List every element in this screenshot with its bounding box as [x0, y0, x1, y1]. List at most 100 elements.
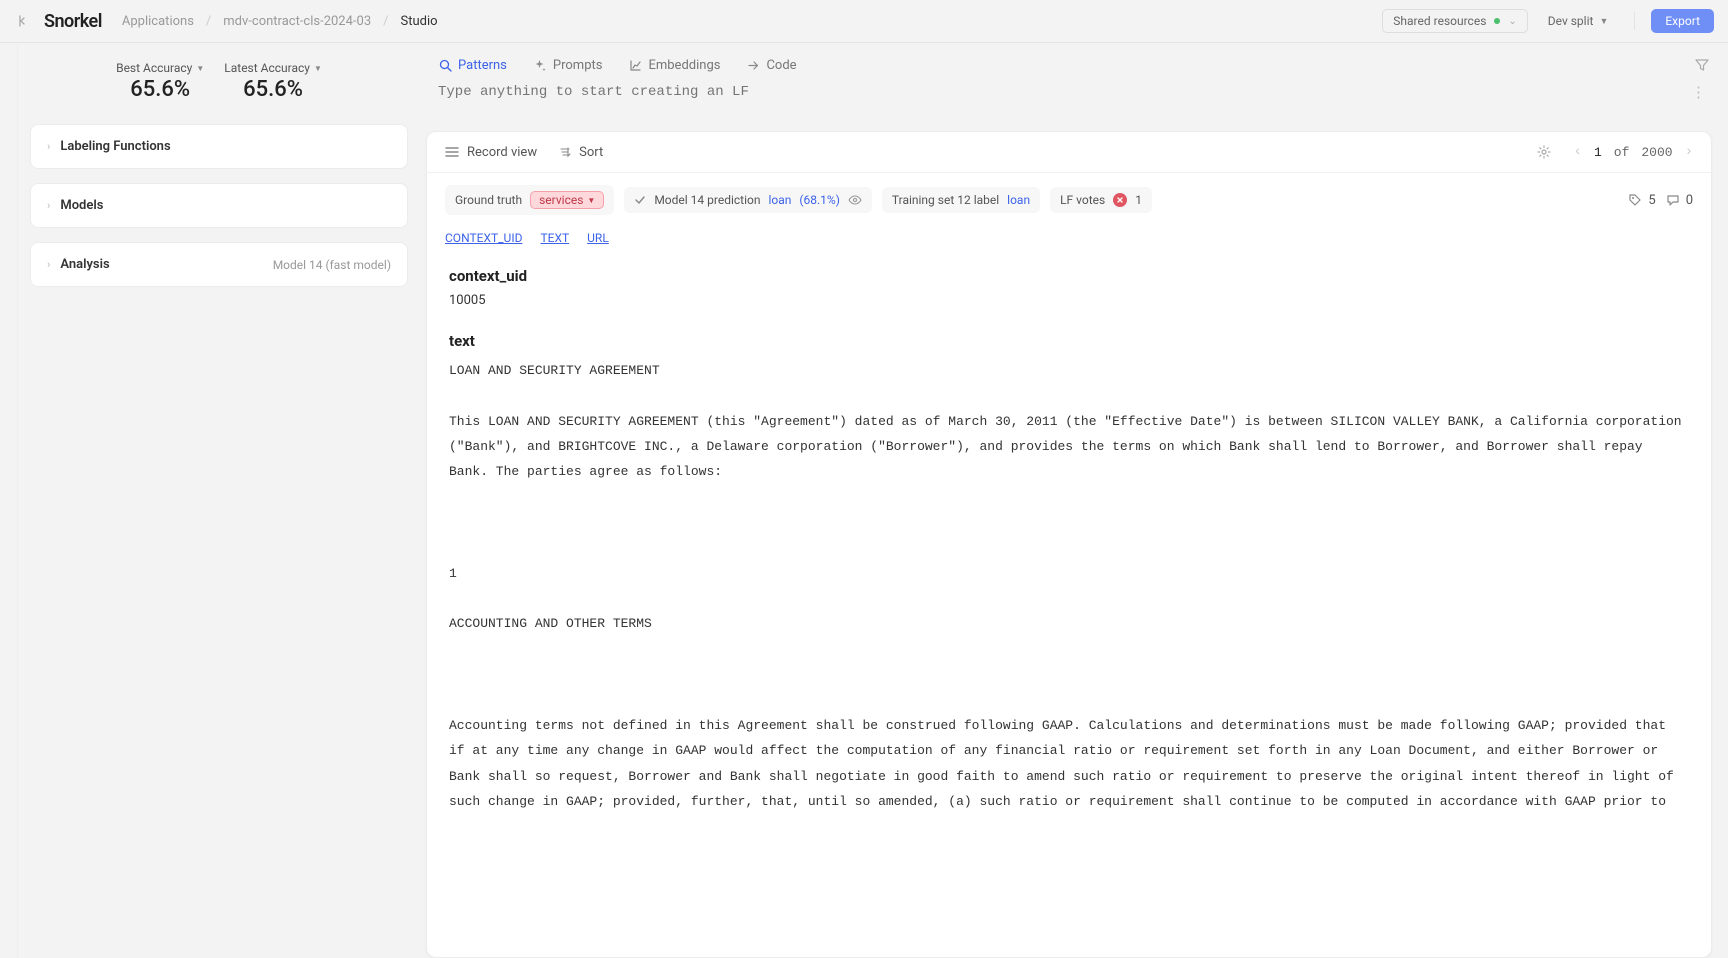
dev-split-label: Dev split [1548, 14, 1594, 28]
chip-ground-truth[interactable]: Ground truth services ▼ [445, 185, 614, 215]
chevron-right-icon: › [47, 199, 50, 212]
shared-resources-label: Shared resources [1393, 14, 1486, 28]
prediction-pct: (68.1%) [799, 193, 839, 207]
lf-type-tabs: Patterns Prompts Embeddings Code [420, 43, 1728, 83]
breadcrumb-applications[interactable]: Applications [122, 14, 194, 29]
chart-icon [628, 58, 642, 72]
status-dot-icon [1494, 18, 1500, 24]
record-content: context_uid 10005 text LOAN AND SECURITY… [427, 251, 1711, 957]
breadcrumb-sep: / [206, 14, 211, 29]
anchor-context-uid[interactable]: CONTEXT_UID [445, 231, 522, 245]
best-accuracy-label: Best Accuracy [116, 61, 192, 75]
sidebar: Best Accuracy ▼ 65.6% Latest Accuracy ▼ … [18, 43, 420, 958]
chip-label: Model 14 prediction [654, 193, 760, 207]
context-uid-heading: context_uid [449, 267, 1689, 285]
best-accuracy-stat: Best Accuracy ▼ 65.6% [116, 61, 204, 102]
panel-title: Analysis [60, 257, 262, 272]
breadcrumb-studio[interactable]: Studio [401, 14, 438, 29]
latest-accuracy-stat: Latest Accuracy ▼ 65.6% [224, 61, 322, 102]
tab-label: Patterns [458, 58, 507, 73]
anchor-text[interactable]: TEXT [540, 231, 569, 245]
top-nav: Snorkel Applications / mdv-contract-cls-… [0, 0, 1728, 43]
tab-label: Code [766, 58, 796, 73]
pager-current: 1 [1594, 145, 1602, 160]
lf-input[interactable] [438, 84, 1687, 100]
breadcrumbs: Applications / mdv-contract-cls-2024-03 … [122, 14, 438, 29]
left-rail [0, 43, 18, 958]
triangle-down-icon: ▼ [1599, 16, 1608, 27]
triangle-down-icon: ▼ [587, 196, 595, 205]
record-view-label: Record view [467, 145, 537, 160]
chip-label: Training set 12 label [892, 193, 999, 207]
chevron-right-icon: › [47, 258, 50, 271]
tab-code[interactable]: Code [746, 58, 796, 73]
tag-icon [1628, 193, 1642, 207]
breadcrumb-project[interactable]: mdv-contract-cls-2024-03 [223, 14, 371, 29]
dev-split-dropdown[interactable]: Dev split ▼ [1538, 14, 1619, 28]
shared-resources-dropdown[interactable]: Shared resources ⌄ [1382, 9, 1527, 33]
chip-training-label[interactable]: Training set 12 label loan [882, 187, 1040, 213]
prediction-value: loan [768, 193, 791, 207]
tab-label: Embeddings [648, 58, 720, 73]
export-button[interactable]: Export [1651, 9, 1714, 33]
panel-labeling-functions[interactable]: › Labeling Functions [30, 124, 408, 169]
pager-next[interactable]: › [1685, 144, 1693, 160]
chip-lf-votes[interactable]: LF votes 1 [1050, 187, 1152, 213]
gear-icon[interactable] [1536, 144, 1552, 160]
record-card: Record view Sort ‹ 1 of 2000 › [426, 131, 1712, 958]
metadata-chips: Ground truth services ▼ Model 14 predict… [427, 173, 1711, 227]
panel-title: Labeling Functions [60, 139, 391, 154]
main-area: Patterns Prompts Embeddings Code [420, 43, 1728, 958]
chip-model-prediction[interactable]: Model 14 prediction loan (68.1%) [624, 187, 872, 213]
pager-prev[interactable]: ‹ [1574, 144, 1582, 160]
ground-truth-pill[interactable]: services ▼ [530, 191, 604, 209]
panel-models[interactable]: › Models [30, 183, 408, 228]
sidebar-collapse-icon[interactable] [14, 12, 32, 30]
document-text: LOAN AND SECURITY AGREEMENT This LOAN AN… [449, 358, 1689, 814]
chevron-right-icon: › [47, 140, 50, 153]
latest-accuracy-dropdown[interactable]: Latest Accuracy ▼ [224, 61, 322, 75]
tab-patterns[interactable]: Patterns [438, 58, 507, 73]
text-heading: text [449, 332, 1689, 350]
chevron-down-icon: ⌄ [1508, 16, 1516, 27]
tags-count-value: 5 [1648, 193, 1655, 208]
lf-votes-count: 1 [1135, 193, 1142, 207]
accuracy-stats: Best Accuracy ▼ 65.6% Latest Accuracy ▼ … [30, 61, 408, 102]
list-icon [445, 146, 459, 158]
tab-embeddings[interactable]: Embeddings [628, 58, 720, 73]
context-uid-value: 10005 [449, 293, 1689, 308]
triangle-down-icon: ▼ [314, 64, 322, 73]
logo[interactable]: Snorkel [44, 11, 102, 32]
tags-count[interactable]: 5 [1628, 193, 1655, 208]
latest-accuracy-label: Latest Accuracy [224, 61, 310, 75]
panel-title: Models [60, 198, 391, 213]
lf-input-row: ⋮ [420, 83, 1728, 111]
comments-count[interactable]: 0 [1666, 193, 1693, 208]
panel-analysis[interactable]: › Analysis Model 14 (fast model) [30, 242, 408, 287]
anchor-url[interactable]: URL [587, 231, 609, 245]
sort-button[interactable]: Sort [559, 145, 603, 160]
pill-value: services [539, 193, 583, 207]
eye-icon[interactable] [848, 194, 862, 206]
pager: ‹ 1 of 2000 › [1574, 144, 1693, 160]
tab-prompts[interactable]: Prompts [533, 58, 603, 73]
field-anchors: CONTEXT_UID TEXT URL [427, 227, 1711, 251]
filter-icon[interactable] [1694, 57, 1710, 73]
chip-label: LF votes [1060, 193, 1105, 207]
sort-icon [559, 146, 571, 158]
sparkle-icon [533, 58, 547, 72]
sort-label: Sort [579, 145, 603, 160]
record-view-button[interactable]: Record view [445, 145, 537, 160]
panel-meta: Model 14 (fast model) [273, 258, 391, 272]
tab-label: Prompts [553, 58, 603, 73]
kebab-icon[interactable]: ⋮ [1687, 83, 1710, 101]
card-toolbar: Record view Sort ‹ 1 of 2000 › [427, 132, 1711, 173]
training-value: loan [1007, 193, 1030, 207]
comments-count-value: 0 [1686, 193, 1693, 208]
error-dot-icon [1113, 193, 1127, 207]
check-icon [634, 194, 646, 206]
best-accuracy-dropdown[interactable]: Best Accuracy ▼ [116, 61, 204, 75]
best-accuracy-value: 65.6% [116, 77, 204, 102]
divider [1634, 12, 1635, 30]
triangle-down-icon: ▼ [196, 64, 204, 73]
